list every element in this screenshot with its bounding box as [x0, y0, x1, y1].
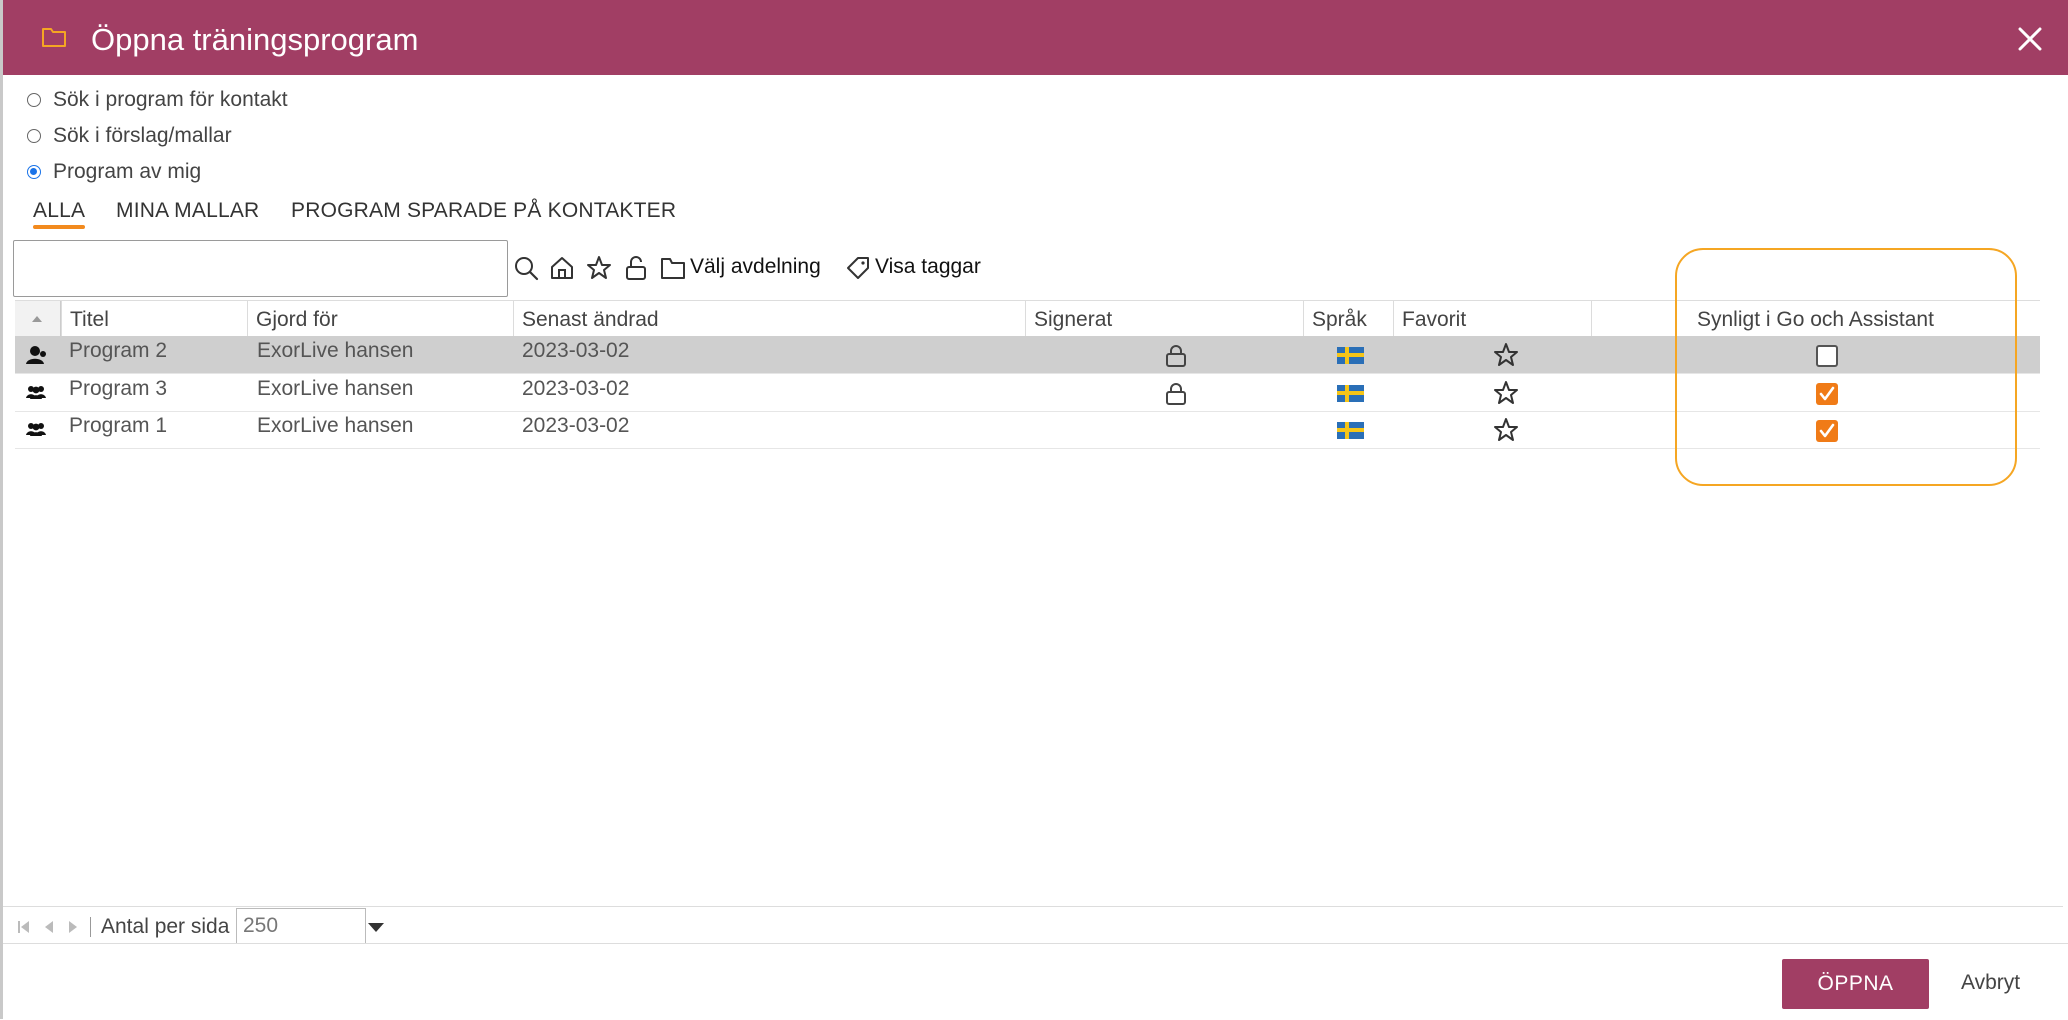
radio-search-contact[interactable]: Sök i program för kontakt: [27, 86, 288, 114]
row-modified: 2023-03-02: [522, 339, 630, 362]
search-input[interactable]: [13, 240, 508, 297]
tab-all[interactable]: ALLA: [33, 199, 86, 229]
next-page-icon[interactable]: [67, 919, 79, 940]
folder-icon: [41, 26, 67, 53]
column-title[interactable]: Titel: [61, 301, 247, 337]
visible-checkbox-checked[interactable]: [1816, 383, 1838, 405]
show-tags-button[interactable]: Visa taggar: [875, 255, 981, 279]
tag-icon[interactable]: [845, 255, 871, 281]
grid-header: Titel Gjord för Senast ändrad Signerat S…: [15, 300, 2040, 338]
row-modified: 2023-03-02: [522, 414, 630, 437]
dialog-titlebar: Öppna träningsprogram: [3, 0, 2068, 75]
radio-label: Sök i program för kontakt: [53, 88, 288, 111]
group-icon: [25, 420, 47, 443]
previous-page-icon[interactable]: [43, 919, 55, 940]
radio-label: Program av mig: [53, 160, 202, 183]
pager: Antal per sida 250: [3, 906, 2063, 947]
sort-ascending-icon[interactable]: [15, 301, 61, 337]
row-title: Program 1: [69, 414, 168, 437]
radio-button-selected[interactable]: [27, 165, 41, 179]
row-title: Program 3: [69, 377, 168, 400]
row-made-for: ExorLive hansen: [257, 377, 414, 400]
folder-icon[interactable]: [660, 255, 686, 281]
per-page-select[interactable]: 250: [236, 908, 366, 944]
chevron-down-icon[interactable]: [368, 923, 384, 932]
column-modified[interactable]: Senast ändrad: [513, 301, 1025, 337]
tab-programs-on-contacts[interactable]: PROGRAM SPARADE PÅ KONTAKTER: [291, 199, 676, 223]
star-icon[interactable]: [586, 255, 612, 281]
row-made-for: ExorLive hansen: [257, 414, 414, 437]
radio-search-templates[interactable]: Sök i förslag/mallar: [27, 122, 232, 150]
visible-checkbox-checked[interactable]: [1816, 420, 1838, 442]
column-favorite[interactable]: Favorit: [1393, 301, 1591, 337]
lock-icon: [1165, 382, 1187, 411]
row-modified: 2023-03-02: [522, 377, 630, 400]
unlock-icon[interactable]: [623, 255, 649, 281]
radio-label: Sök i förslag/mallar: [53, 124, 232, 147]
table-row[interactable]: Program 3 ExorLive hansen 2023-03-02: [15, 374, 2040, 412]
favorite-star-icon[interactable]: [1493, 380, 1519, 411]
sweden-flag-icon: [1337, 347, 1364, 364]
search-icon[interactable]: [513, 255, 539, 281]
favorite-star-icon[interactable]: [1493, 417, 1519, 448]
close-icon[interactable]: [2013, 22, 2047, 56]
table-row[interactable]: Program 2 ExorLive hansen 2023-03-02: [15, 336, 2040, 374]
visible-checkbox[interactable]: [1816, 345, 1838, 367]
tab-my-templates[interactable]: MINA MALLAR: [116, 199, 259, 223]
first-page-icon[interactable]: [17, 919, 35, 940]
column-visible-go-assistant[interactable]: Synligt i Go och Assistant: [1591, 301, 2037, 337]
row-title: Program 2: [69, 339, 168, 362]
favorite-star-icon[interactable]: [1493, 342, 1519, 373]
row-made-for: ExorLive hansen: [257, 339, 414, 362]
cancel-button[interactable]: Avbryt: [1961, 971, 2020, 995]
per-page-label: Antal per sida: [101, 915, 230, 938]
single-user-icon: [25, 345, 49, 370]
radio-button[interactable]: [27, 93, 41, 107]
group-icon: [25, 383, 47, 406]
sweden-flag-icon: [1337, 385, 1364, 402]
table-row[interactable]: Program 1 ExorLive hansen 2023-03-02: [15, 411, 2040, 449]
pager-divider: [90, 917, 91, 937]
column-signed[interactable]: Signerat: [1025, 301, 1303, 337]
open-program-dialog: Öppna träningsprogram Sök i program för …: [0, 0, 2068, 1019]
radio-my-programs[interactable]: Program av mig: [27, 158, 201, 186]
choose-department-button[interactable]: Välj avdelning: [690, 255, 821, 279]
dialog-footer: ÖPPNA Avbryt: [3, 943, 2068, 1020]
lock-icon: [1165, 344, 1187, 373]
column-language[interactable]: Språk: [1303, 301, 1393, 337]
home-icon[interactable]: [549, 255, 575, 281]
radio-button[interactable]: [27, 129, 41, 143]
column-made-for[interactable]: Gjord för: [247, 301, 513, 337]
dialog-title: Öppna träningsprogram: [91, 22, 419, 57]
open-button[interactable]: ÖPPNA: [1782, 959, 1929, 1009]
sweden-flag-icon: [1337, 422, 1364, 439]
